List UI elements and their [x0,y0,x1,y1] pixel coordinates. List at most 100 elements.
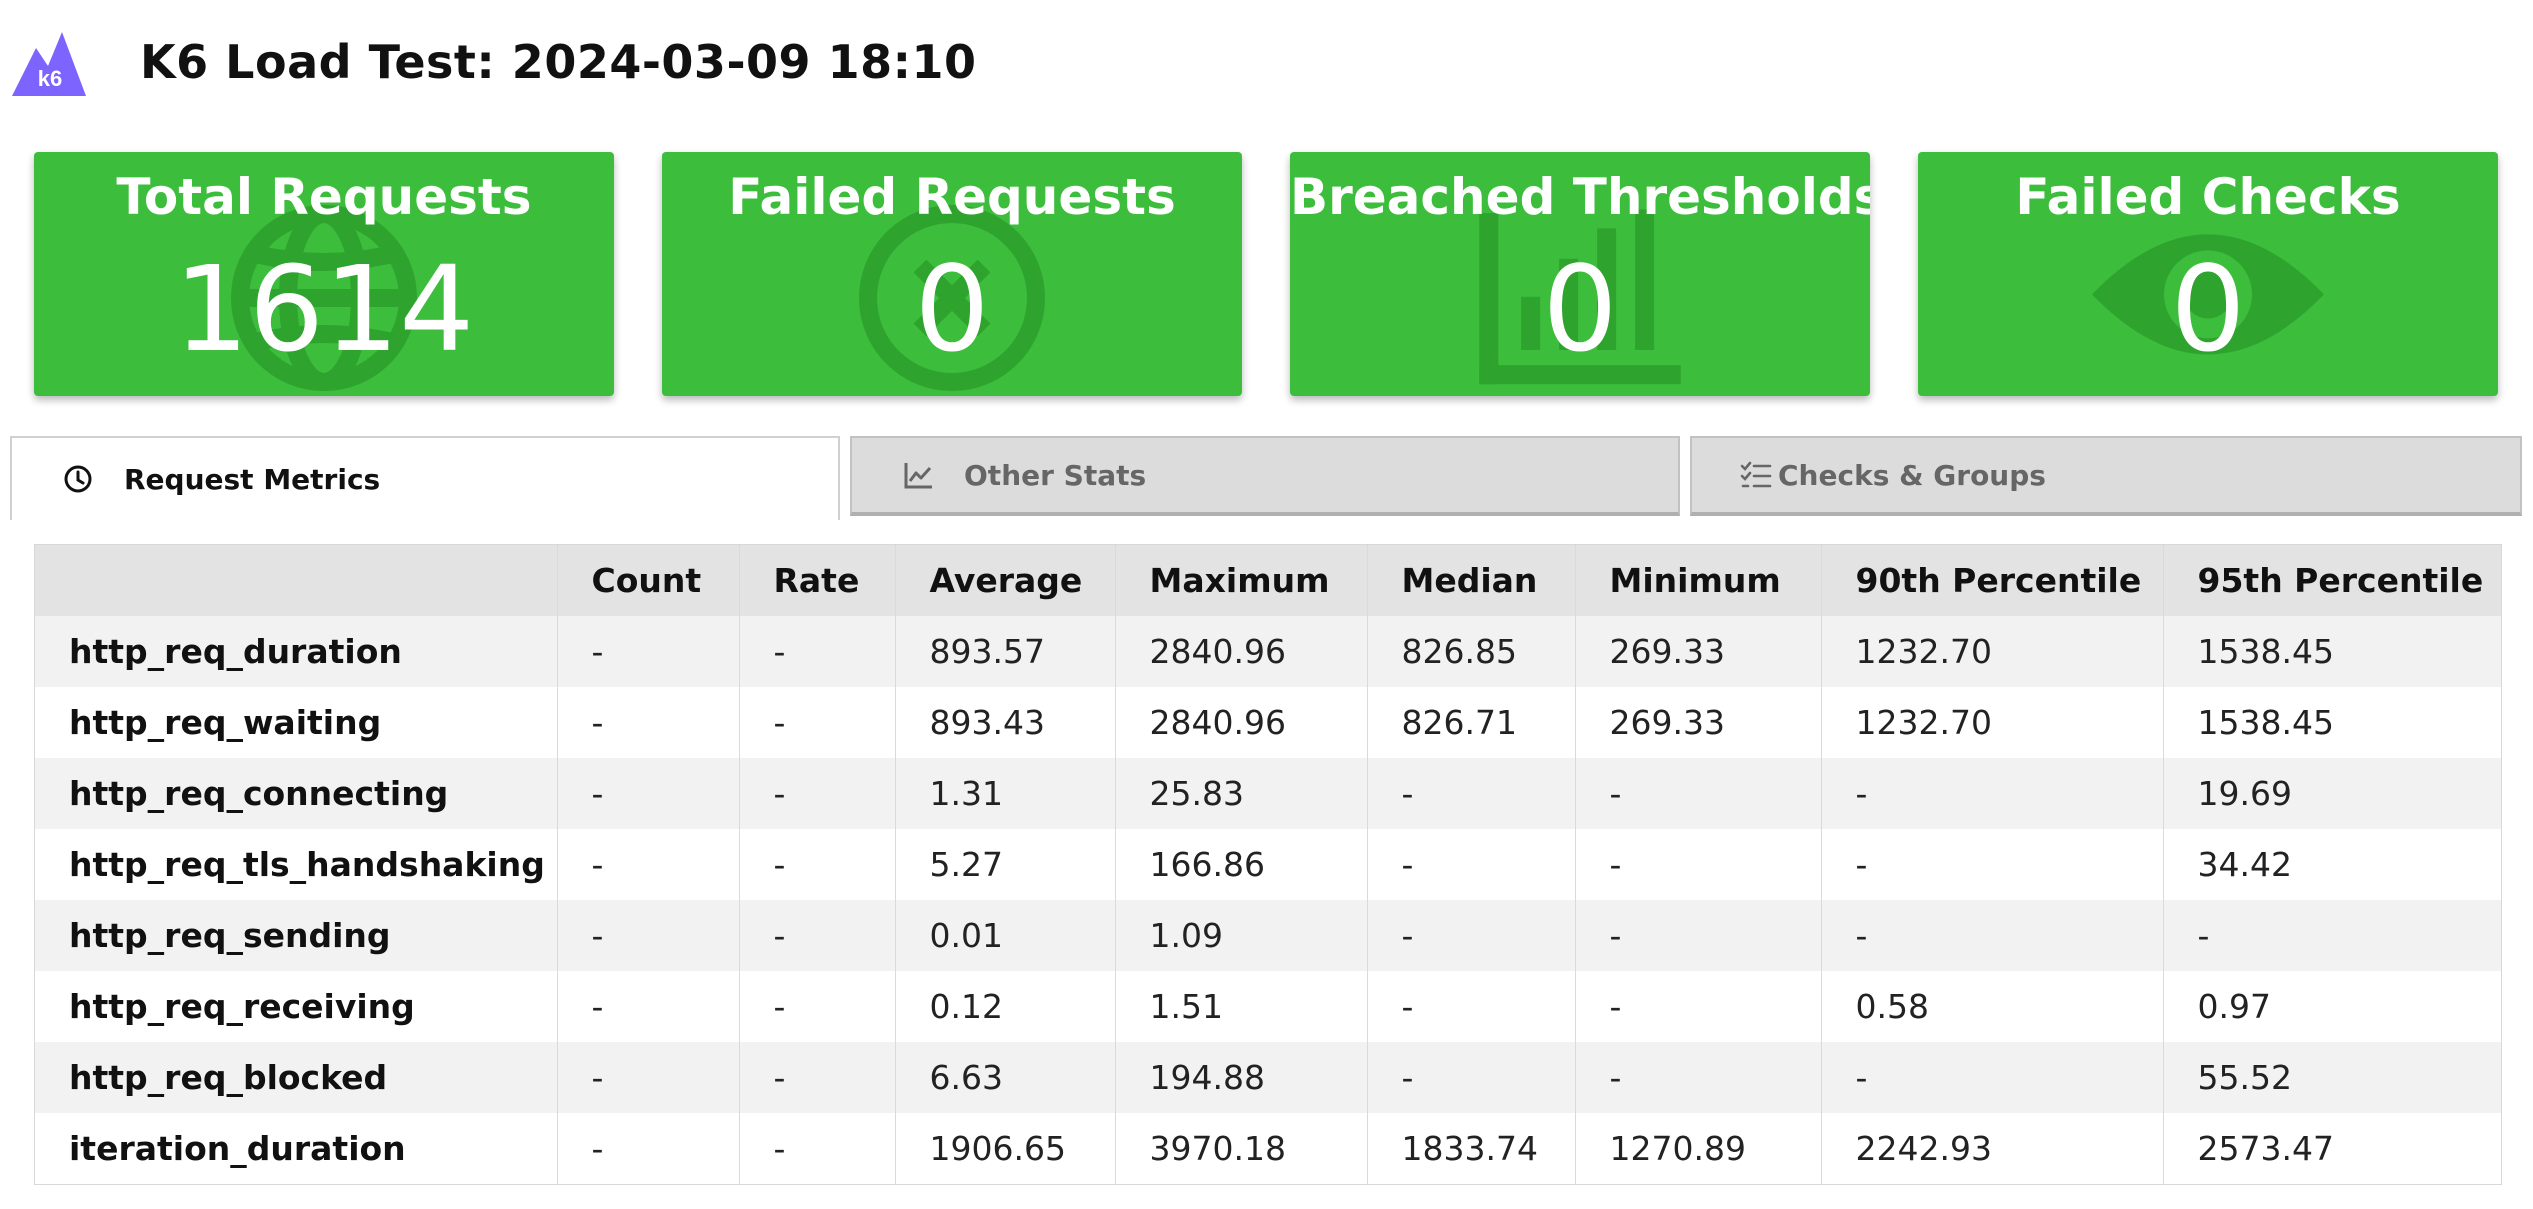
card-value: 0 [1542,240,1618,378]
metric-name: http_req_connecting [35,758,558,829]
table-cell: - [739,687,896,758]
clock-icon [64,465,92,493]
card-title: Failed Checks [2015,168,2401,226]
table-cell: - [739,900,896,971]
table-cell: 3970.18 [1115,1113,1368,1184]
column-header-rate[interactable]: Rate [739,545,896,616]
table-row: http_req_waiting - - 893.43 2840.96 826.… [35,687,2501,758]
column-header-average[interactable]: Average [895,545,1116,616]
tab-checks-groups[interactable]: Checks & Groups [1690,436,2522,516]
column-header-p90[interactable]: 90th Percentile [1821,545,2164,616]
table-cell: - [1575,1042,1822,1113]
column-header-median[interactable]: Median [1367,545,1576,616]
failed-requests-card: Failed Requests 0 [662,152,1242,396]
table-cell: - [1575,971,1822,1042]
page-header: k6 K6 Load Test: 2024-03-09 18:10 [10,22,977,102]
table-row: http_req_sending - - 0.01 1.09 - - - - [35,900,2501,971]
table-cell: - [557,616,740,687]
page-title: K6 Load Test: 2024-03-09 18:10 [140,35,977,89]
request-metrics-table: Count Rate Average Maximum Median Minimu… [34,544,2502,1185]
table-cell: - [1821,829,2164,900]
table-cell: 1232.70 [1821,687,2164,758]
table-cell: - [1367,829,1576,900]
card-title: Failed Requests [728,168,1176,226]
table-row: http_req_receiving - - 0.12 1.51 - - 0.5… [35,971,2501,1042]
card-title: Breached Thresholds [1290,168,1870,226]
metric-name: http_req_duration [35,616,558,687]
table-cell: - [1821,900,2164,971]
card-value: 0 [914,240,990,378]
table-cell: 826.85 [1367,616,1576,687]
logo-text: k6 [38,66,62,91]
table-row: http_req_duration - - 893.57 2840.96 826… [35,616,2501,687]
table-cell: 1.09 [1115,900,1368,971]
card-value: 0 [2170,240,2246,378]
table-cell: - [1575,900,1822,971]
table-cell: - [1575,829,1822,900]
metric-name: http_req_sending [35,900,558,971]
table-cell: - [557,900,740,971]
table-cell: 0.01 [895,900,1116,971]
table-cell: - [739,616,896,687]
table-cell: - [739,758,896,829]
table-cell: 19.69 [2197,774,2292,813]
column-header-minimum[interactable]: Minimum [1575,545,1822,616]
column-header-maximum[interactable]: Maximum [1115,545,1368,616]
table-cell: - [557,829,740,900]
table-cell: - [1367,758,1576,829]
column-header [35,545,558,616]
table-cell: 0.58 [1821,971,2164,1042]
summary-cards: Total Requests 1614 Failed Requests 0 Br… [34,152,2502,396]
table-cell: 55.52 [2197,1058,2292,1097]
table-row: http_req_blocked - - 6.63 194.88 - - - 5… [35,1042,2501,1113]
table-cell: 0.12 [895,971,1116,1042]
checklist-icon [1740,461,1772,488]
table-cell: - [739,971,896,1042]
table-cell: 826.71 [1367,687,1576,758]
table-cell: 893.57 [895,616,1116,687]
table-cell: 25.83 [1115,758,1368,829]
tab-request-metrics[interactable]: Request Metrics [10,436,840,520]
table-cell: 5.27 [895,829,1116,900]
table-cell: 1232.70 [1821,616,2164,687]
metric-name: http_req_receiving [35,971,558,1042]
table-cell: 1.31 [895,758,1116,829]
table-cell: 166.86 [1115,829,1368,900]
table-cell: - [1821,1042,2164,1113]
tab-other-stats[interactable]: Other Stats [850,436,1680,516]
k6-logo: k6 [12,32,86,96]
metric-name: http_req_blocked [35,1042,558,1113]
table-cell: - [739,1113,896,1184]
breached-thresholds-card: Breached Thresholds 0 [1290,152,1870,396]
line-chart-icon [904,463,932,489]
table-cell: - [2197,916,2210,955]
card-value: 1614 [173,240,475,378]
table-cell: - [557,758,740,829]
tab-label: Request Metrics [124,462,381,496]
table-cell: 6.63 [895,1042,1116,1113]
table-cell: - [1367,900,1576,971]
metric-name: iteration_duration [35,1113,558,1184]
table-cell: 2840.96 [1115,616,1368,687]
table-cell: 2573.47 [2197,1129,2334,1168]
column-header-count[interactable]: Count [557,545,740,616]
table-cell: 194.88 [1115,1042,1368,1113]
metric-name: http_req_tls_handshaking [35,829,558,900]
tab-label: Other Stats [964,458,1147,492]
table-cell: - [557,1042,740,1113]
table-row: http_req_tls_handshaking - - 5.27 166.86… [35,829,2501,900]
table-cell: 2242.93 [1821,1113,2164,1184]
table-cell: - [557,971,740,1042]
table-cell: - [1575,758,1822,829]
table-cell: 269.33 [1575,616,1822,687]
table-cell: - [557,687,740,758]
tab-label: Checks & Groups [1778,458,2046,492]
total-requests-card: Total Requests 1614 [34,152,614,396]
table-header-row: Count Rate Average Maximum Median Minimu… [35,545,2501,616]
table-cell: - [739,1042,896,1113]
table-cell: 1270.89 [1575,1113,1822,1184]
column-header-p95[interactable]: 95th Percentile [2163,545,2501,616]
table-cell: 893.43 [895,687,1116,758]
card-title: Total Requests [116,168,532,226]
table-cell: - [1821,758,2164,829]
